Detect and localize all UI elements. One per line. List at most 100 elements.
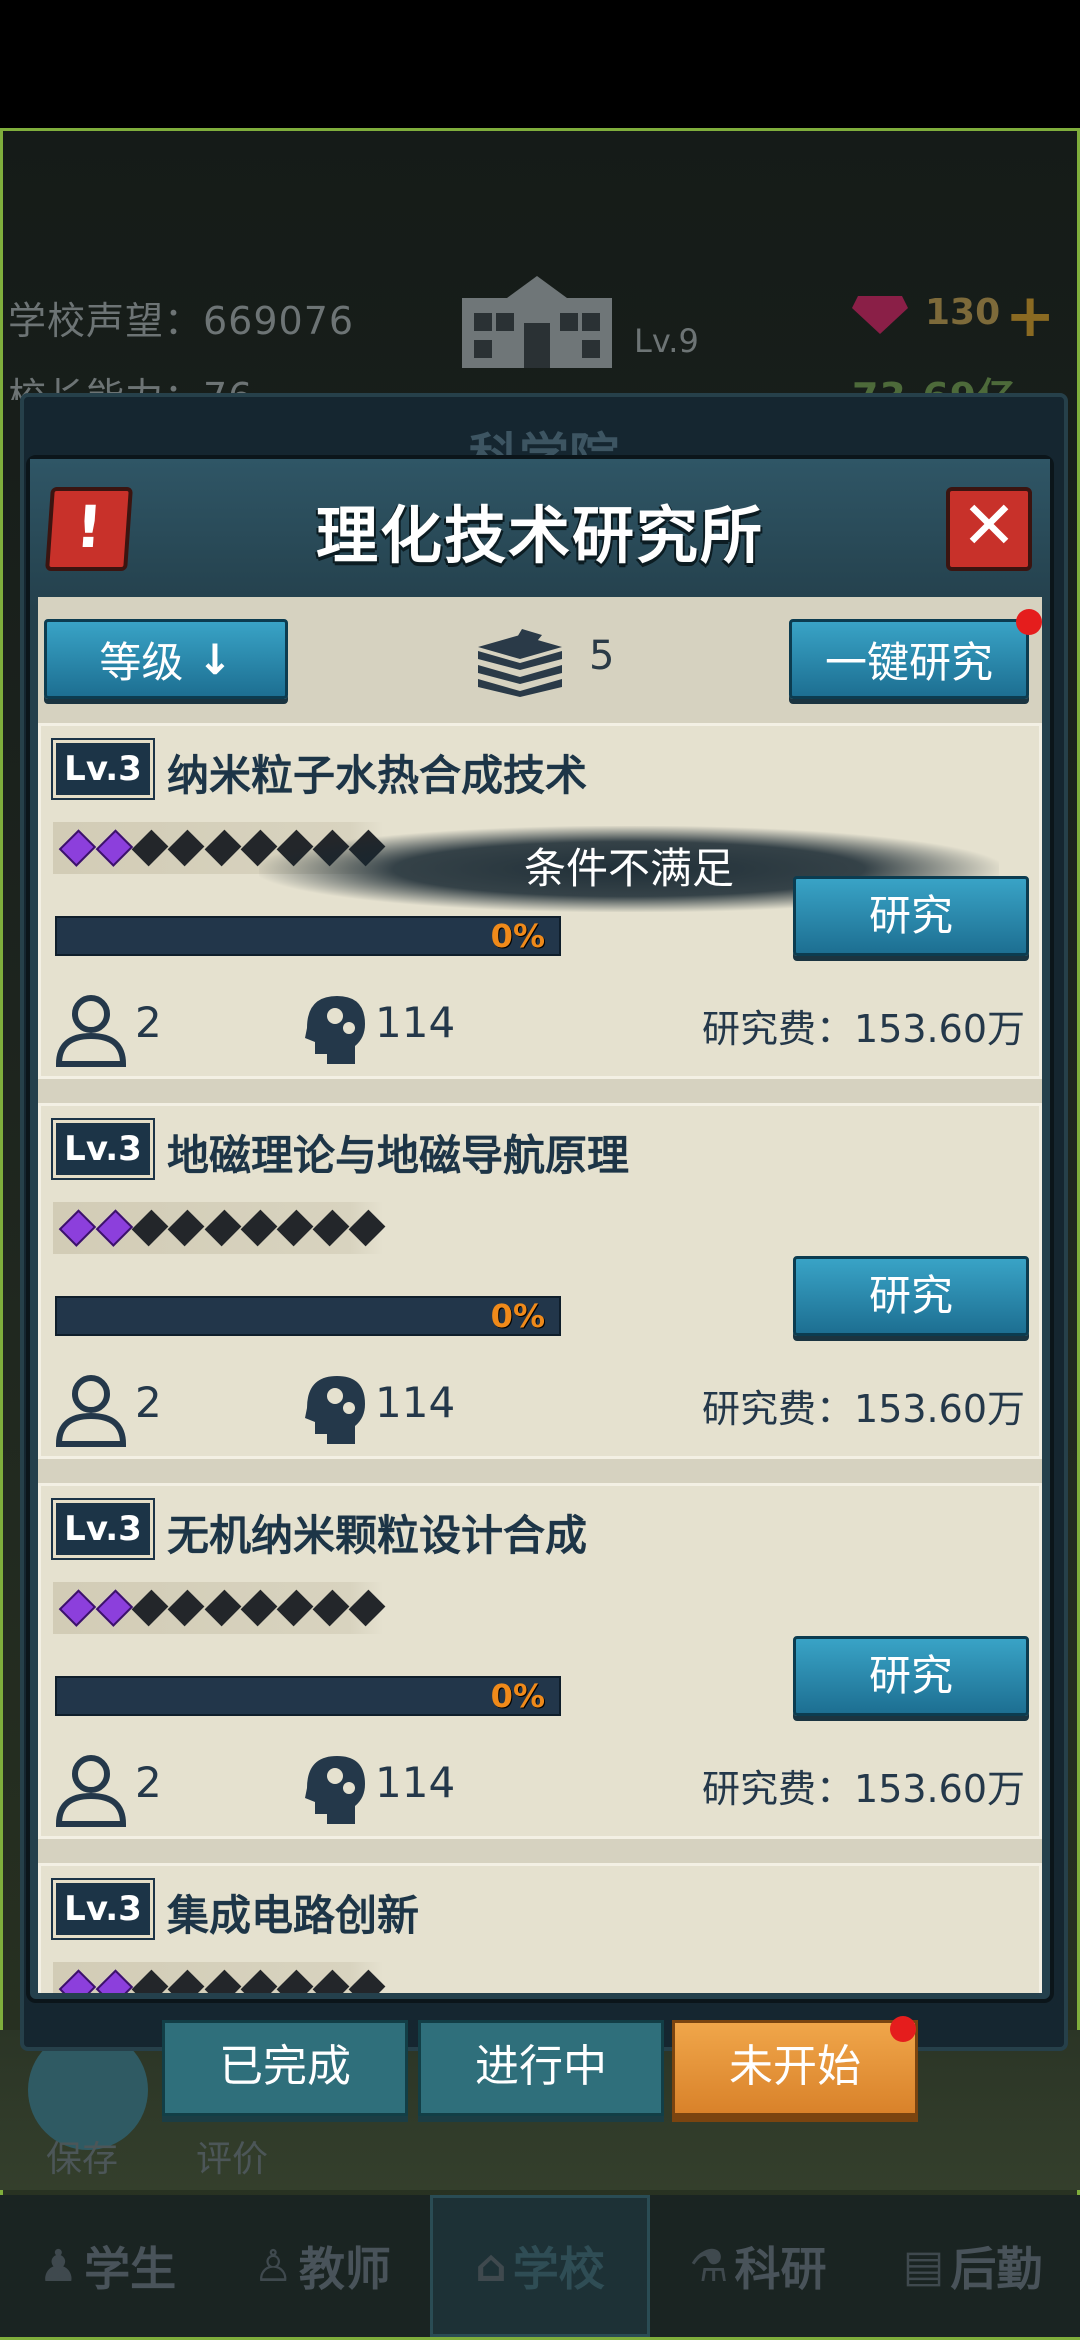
empty-diamond-icon	[131, 1209, 169, 1247]
filled-diamond-icon	[58, 1209, 96, 1247]
nav-label: 学生	[84, 2242, 177, 2296]
research-cost: 研究费：153.60万	[702, 1767, 1025, 1811]
modal-title: 理化技术研究所	[315, 499, 764, 572]
level-badge: Lv.3	[51, 1878, 155, 1940]
empty-diamond-icon	[168, 1969, 205, 1993]
reputation-stat: 学校声望：669076	[8, 299, 355, 343]
research-button[interactable]: 研究	[793, 1636, 1029, 1716]
review-label: 评价	[196, 2139, 269, 2180]
academy-panel-title: 科学院	[24, 417, 1064, 455]
empty-diamond-icon	[168, 1209, 205, 1247]
research-card: Lv.3 无机纳米颗粒设计合成 0% 研究 2 114 研究费：153.60万	[38, 1483, 1042, 1839]
person-icon	[55, 995, 127, 1067]
empty-diamond-icon	[204, 1589, 241, 1627]
brain-head-icon	[305, 996, 365, 1064]
empty-diamond-icon	[348, 1969, 386, 1993]
brain-head-icon	[305, 1756, 365, 1824]
empty-diamond-icon	[240, 1209, 278, 1247]
empty-diamond-icon	[204, 1969, 241, 1993]
brain-head-icon	[305, 1376, 365, 1444]
progress-label: 0%	[490, 1677, 545, 1715]
progress-bar: 0%	[55, 1296, 561, 1336]
empty-diamond-icon	[276, 1589, 314, 1627]
teacher-icon: ♙	[253, 2240, 293, 2292]
progress-bar: 0%	[55, 916, 561, 956]
progress-label: 0%	[490, 1297, 545, 1335]
notification-dot	[1016, 609, 1042, 635]
close-icon-button[interactable]: ✕	[946, 487, 1032, 571]
research-cost: 研究费：153.60万	[702, 1007, 1025, 1051]
nav-teachers[interactable]: ♙ 教师	[215, 2195, 430, 2337]
empty-diamond-icon	[240, 1969, 278, 1993]
empty-diamond-icon	[131, 1969, 169, 1993]
nav-school[interactable]: ⌂ 学校	[429, 2195, 651, 2337]
empty-diamond-icon	[240, 1589, 278, 1627]
person-icon	[55, 1755, 127, 1827]
empty-diamond-icon	[204, 829, 241, 867]
brain-count: 114	[375, 1378, 456, 1427]
tab-not-started[interactable]: 未开始	[672, 2020, 918, 2116]
research-institute-modal: ! 理化技术研究所 ✕ 等级 ↓ 5 一键研究 Lv.3 纳米粒子水热合成技术 …	[26, 455, 1054, 2003]
empty-diamond-icon	[204, 1209, 241, 1247]
nav-students[interactable]: ♟ 学生	[0, 2195, 215, 2337]
school-level: Lv.9	[634, 322, 699, 360]
one-click-research-button[interactable]: 一键研究	[789, 619, 1029, 699]
empty-diamond-icon	[312, 1209, 350, 1247]
filled-diamond-icon	[58, 829, 96, 867]
filled-diamond-icon	[95, 1209, 133, 1247]
people-count: 2	[135, 1758, 162, 1807]
school-icon: ⌂	[475, 2240, 507, 2292]
empty-diamond-icon	[312, 1969, 350, 1993]
nav-label: 教师	[298, 2242, 391, 2296]
filled-diamond-icon	[95, 1589, 133, 1627]
empty-diamond-icon	[276, 1969, 314, 1993]
filled-diamond-icon	[58, 1969, 96, 1993]
books-icon	[478, 629, 562, 697]
progress-label: 0%	[490, 917, 545, 955]
empty-diamond-icon	[276, 1209, 314, 1247]
nav-label: 后勤	[950, 2242, 1043, 2296]
filled-diamond-icon	[95, 1969, 133, 1993]
student-icon: ♟	[38, 2240, 79, 2292]
research-title: 地磁理论与地磁导航原理	[167, 1131, 630, 1180]
filled-diamond-icon	[58, 1589, 96, 1627]
brain-count: 114	[375, 998, 456, 1047]
progress-bar: 0%	[55, 1676, 561, 1716]
add-gems-icon[interactable]: +	[1005, 286, 1055, 346]
nav-label: 科研	[734, 2242, 827, 2296]
brain-count: 114	[375, 1758, 456, 1807]
empty-diamond-icon	[131, 829, 169, 867]
gem-count: 130	[925, 292, 1001, 333]
nav-research[interactable]: ⚗ 科研	[650, 2195, 865, 2337]
research-title: 无机纳米颗粒设计合成	[167, 1511, 588, 1560]
sort-label: 等级	[99, 637, 184, 687]
gem-icon	[852, 296, 908, 334]
sort-by-level-button[interactable]: 等级 ↓	[44, 619, 288, 699]
bottom-navigation: ♟ 学生 ♙ 教师 ⌂ 学校 ⚗ 科研 ▤ 后勤	[0, 2195, 1080, 2337]
tab-in-progress[interactable]: 进行中	[418, 2020, 664, 2116]
level-badge: Lv.3	[51, 738, 155, 800]
empty-diamond-icon	[168, 1589, 205, 1627]
research-card: Lv.3 集成电路创新	[38, 1863, 1042, 1993]
research-button[interactable]: 研究	[793, 1256, 1029, 1336]
research-button[interactable]: 研究	[793, 876, 1029, 956]
school-building-icon	[462, 276, 612, 368]
sort-arrow-icon: ↓	[197, 634, 233, 684]
clipboard-icon: ▤	[902, 2240, 945, 2292]
status-tabs: 已完成 进行中 未开始	[160, 2016, 930, 2120]
empty-diamond-icon	[312, 1589, 350, 1627]
people-count: 2	[135, 998, 162, 1047]
level-badge: Lv.3	[51, 1498, 155, 1560]
tab-completed[interactable]: 已完成	[162, 2020, 408, 2116]
empty-diamond-icon	[131, 1589, 169, 1627]
star-rating	[53, 1962, 386, 1993]
level-badge: Lv.3	[51, 1118, 155, 1180]
flask-icon: ⚗	[689, 2240, 729, 2292]
research-list: 等级 ↓ 5 一键研究 Lv.3 纳米粒子水热合成技术 条件不满足 0% 研究	[38, 597, 1042, 1993]
star-rating	[53, 1202, 386, 1254]
nav-logistics[interactable]: ▤ 后勤	[865, 2195, 1080, 2337]
filled-diamond-icon	[95, 829, 133, 867]
books-count: 5	[589, 633, 615, 679]
star-rating	[53, 1582, 386, 1634]
save-label: 保存	[46, 2139, 119, 2180]
